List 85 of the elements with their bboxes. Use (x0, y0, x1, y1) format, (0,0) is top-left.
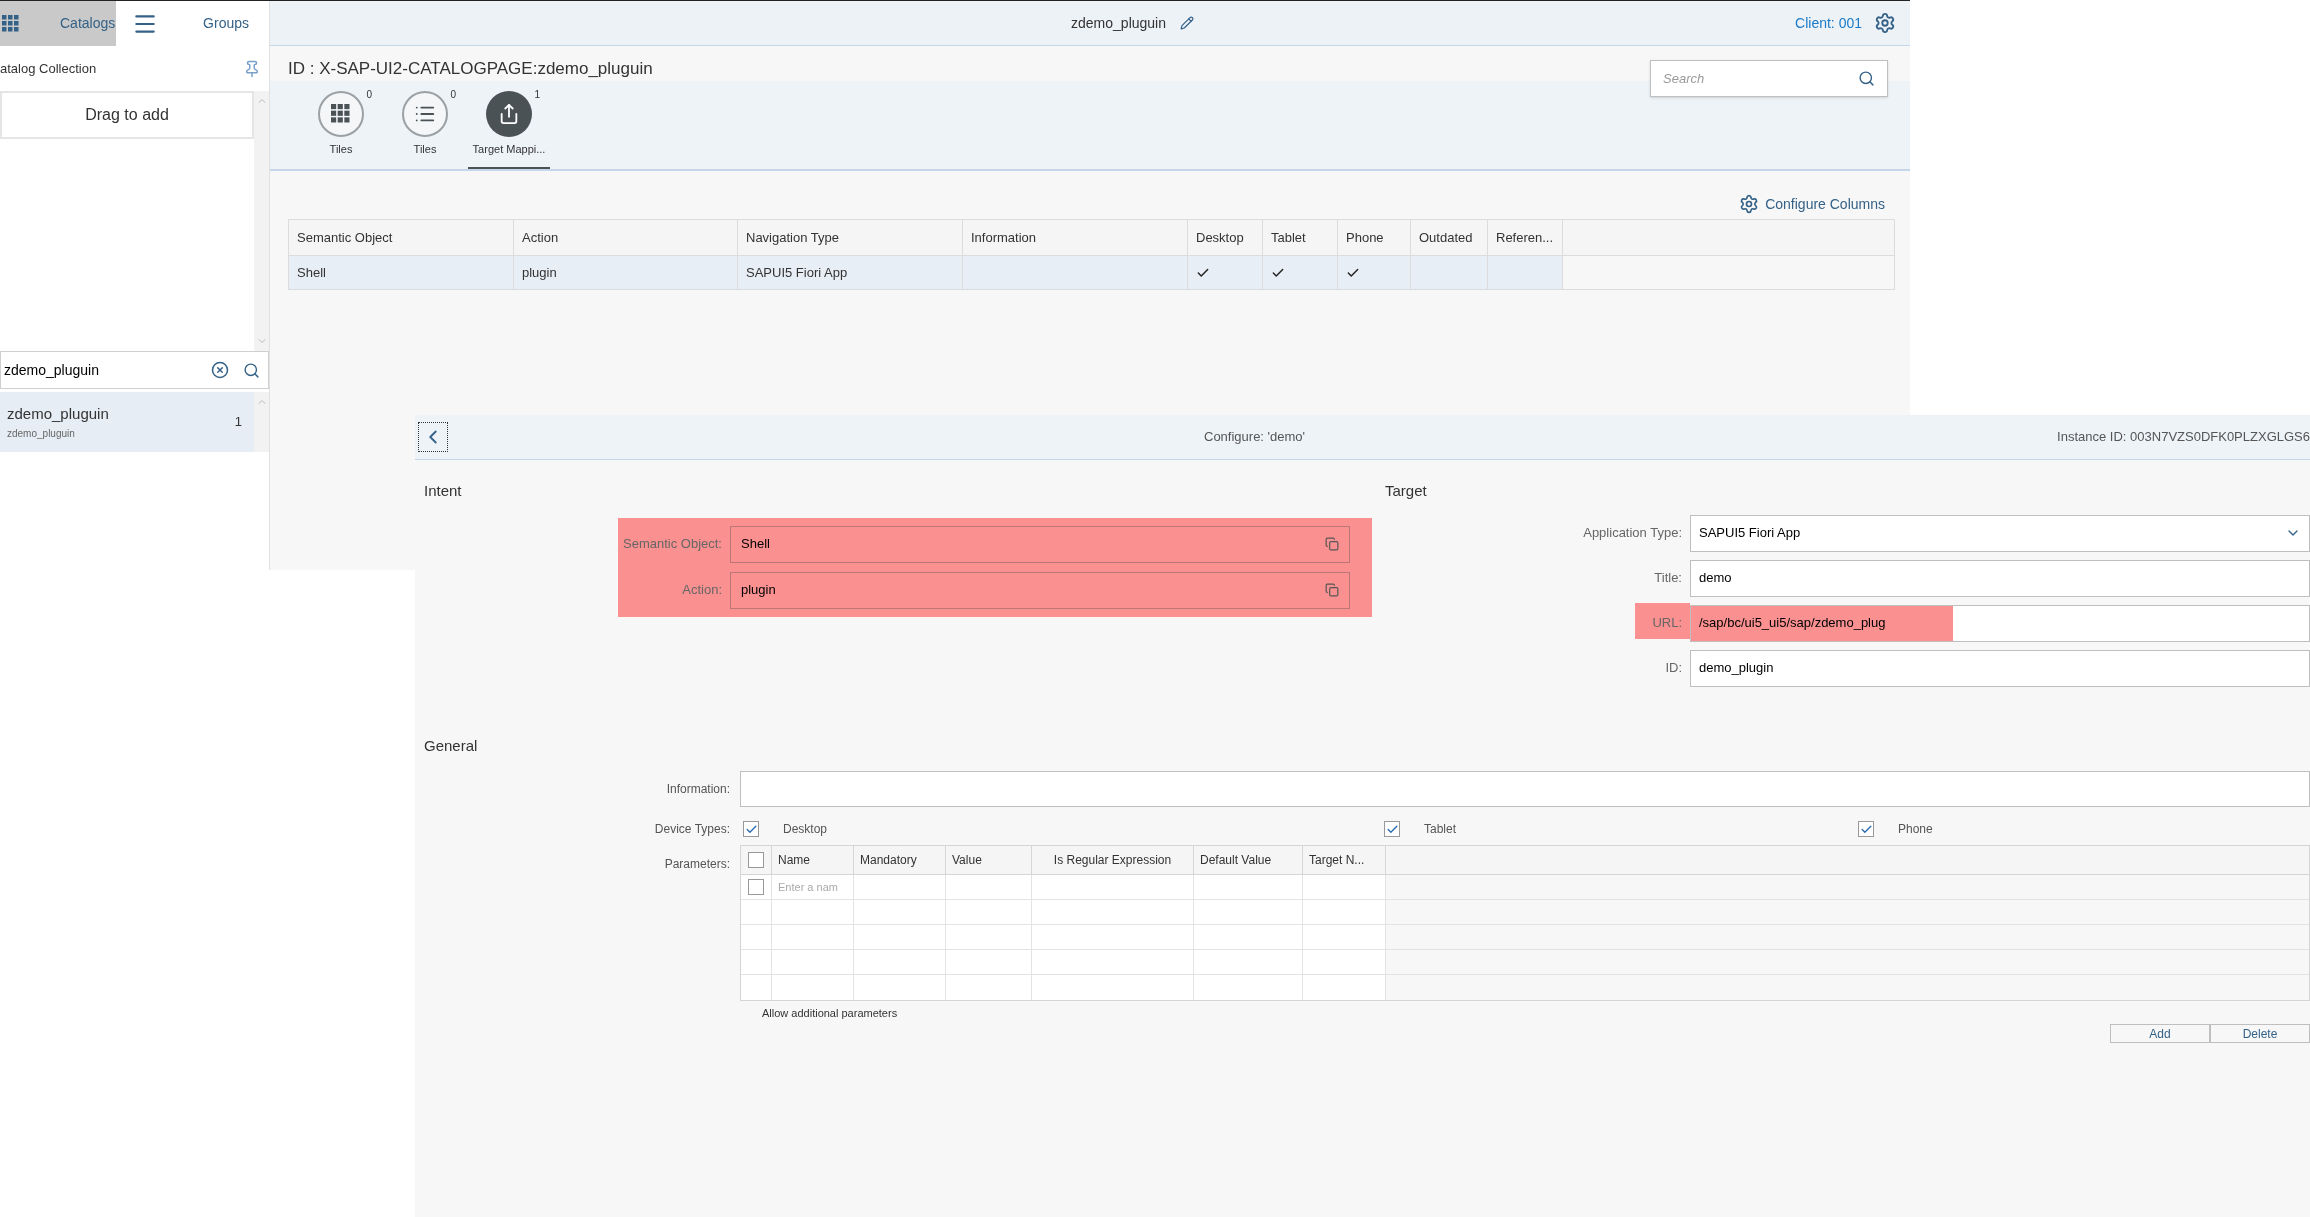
field-label: Parameters: (663, 856, 731, 873)
section-heading: Target (1385, 481, 1428, 501)
column-header[interactable]: Information (962, 219, 1188, 256)
field-label: Application Type: (1582, 524, 1683, 543)
checkbox-label: Phone (1898, 821, 1933, 838)
search-icon[interactable] (1858, 70, 1875, 87)
checkbox[interactable] (1858, 821, 1874, 837)
pin-icon[interactable] (243, 59, 261, 78)
search-input[interactable]: Search (1663, 68, 1858, 89)
input-field[interactable]: demo_plugin (1690, 649, 2310, 687)
column-header[interactable]: Value (946, 846, 1032, 874)
action-button[interactable]: Add (2110, 1023, 2210, 1043)
grid-icon (2, 14, 20, 33)
checkbox[interactable] (743, 821, 759, 837)
column-header[interactable]: Navigation Type (737, 219, 963, 256)
allow-parameters-label: Allow additional parameters (762, 1006, 899, 1021)
table-cell: SAPUI5 Fiori App (737, 255, 963, 290)
drop-zone: Drag to add (0, 91, 255, 139)
catalog-item[interactable]: zdemo_pluguin zdemo_pluguin 1 (0, 392, 255, 452)
table-cell: Shell (288, 255, 514, 290)
select-field[interactable]: SAPUI5 Fiori App (1690, 514, 2310, 552)
input-field[interactable]: plugin (730, 571, 1350, 609)
input-field[interactable]: demo (1690, 559, 2310, 597)
tab-count: 0 (366, 88, 372, 102)
page-title: zdemo_pluguin (1071, 13, 1166, 33)
search-icon[interactable] (243, 361, 260, 379)
column-header[interactable]: Phone (1337, 219, 1411, 256)
column-header[interactable]: Referen... (1487, 219, 1563, 256)
input-field[interactable]: /sap/bc/ui5_ui5/sap/zdemo_plug (1690, 604, 2310, 642)
field-label: Action: (681, 581, 723, 600)
action-button[interactable]: Delete (2210, 1023, 2310, 1043)
column-header[interactable]: Mandatory (854, 846, 946, 874)
checkbox[interactable] (748, 879, 764, 895)
column-header[interactable]: Semantic Object (288, 219, 514, 256)
checkbox[interactable] (748, 852, 764, 868)
name-input[interactable]: Enter a nam (778, 878, 853, 896)
clear-icon[interactable] (211, 361, 229, 379)
column-header[interactable]: Outdated (1410, 219, 1488, 256)
grid-icon (331, 104, 351, 124)
settings-icon[interactable] (1874, 12, 1896, 34)
tab-count: 1 (534, 88, 540, 102)
checkbox-label: Desktop (783, 821, 828, 838)
dialog-title: Configure: 'demo' (1204, 428, 1306, 447)
field-label: URL: (1651, 614, 1683, 633)
input-field[interactable] (740, 771, 2310, 807)
field-label: Semantic Object: (622, 535, 723, 554)
column-header[interactable]: Tablet (1262, 219, 1338, 256)
input-field[interactable]: Shell (730, 525, 1350, 563)
section-heading: General (423, 735, 479, 756)
collection-title: atalog Collection (0, 59, 97, 78)
configure-columns-link[interactable]: Configure Columns (1765, 193, 1885, 215)
item-subtitle: zdemo_pluguin (7, 426, 76, 441)
column-header[interactable]: Default Value (1194, 846, 1303, 874)
field-label: Device Types: (653, 821, 731, 838)
value-help-icon[interactable] (1325, 583, 1339, 597)
input-field[interactable]: Enter a nam (772, 875, 854, 899)
column-header[interactable]: Is Regular Expression (1032, 846, 1194, 874)
field-label: Information: (665, 781, 731, 798)
edit-icon[interactable] (1180, 16, 1194, 30)
checkbox[interactable] (1384, 821, 1400, 837)
checkbox-label: Tablet (1424, 821, 1457, 838)
catalog-id: ID : X-SAP-UI2-CATALOGPAGE:zdemo_pluguin (288, 57, 653, 80)
content-tab[interactable]: 0 Tiles (384, 91, 466, 169)
tab-count: 0 (450, 88, 456, 102)
item-count: 1 (234, 413, 243, 432)
sidebar-tab[interactable]: Catalogs (0, 1, 117, 46)
instance-id: Instance ID: 003N7VZS0DFK0PLZXGLGS6 (2057, 428, 2310, 447)
search-field[interactable]: Search (1650, 60, 1888, 97)
content-tab[interactable]: 1 Target Mappi... (468, 91, 550, 169)
column-header[interactable]: Name (772, 846, 854, 874)
content-tab[interactable]: 0 Tiles (300, 91, 382, 169)
client-label[interactable]: Client: 001 (1795, 12, 1862, 34)
settings-icon[interactable] (1739, 194, 1760, 214)
item-title: zdemo_pluguin (7, 404, 110, 425)
search-field[interactable]: zdemo_pluguin (0, 351, 269, 389)
value-help-icon[interactable] (1325, 537, 1339, 551)
back-button[interactable] (418, 422, 448, 452)
table-row[interactable]: Shell plugin SAPUI5 Fiori App (288, 255, 1895, 290)
column-header[interactable]: Target N... (1303, 846, 1386, 874)
column-header[interactable]: Desktop (1187, 219, 1263, 256)
field-label: ID: (1664, 659, 1683, 678)
section-heading: Intent (423, 481, 463, 501)
field-label: Title: (1653, 569, 1683, 588)
share-icon (498, 103, 520, 125)
column-header[interactable]: Action (513, 219, 738, 256)
